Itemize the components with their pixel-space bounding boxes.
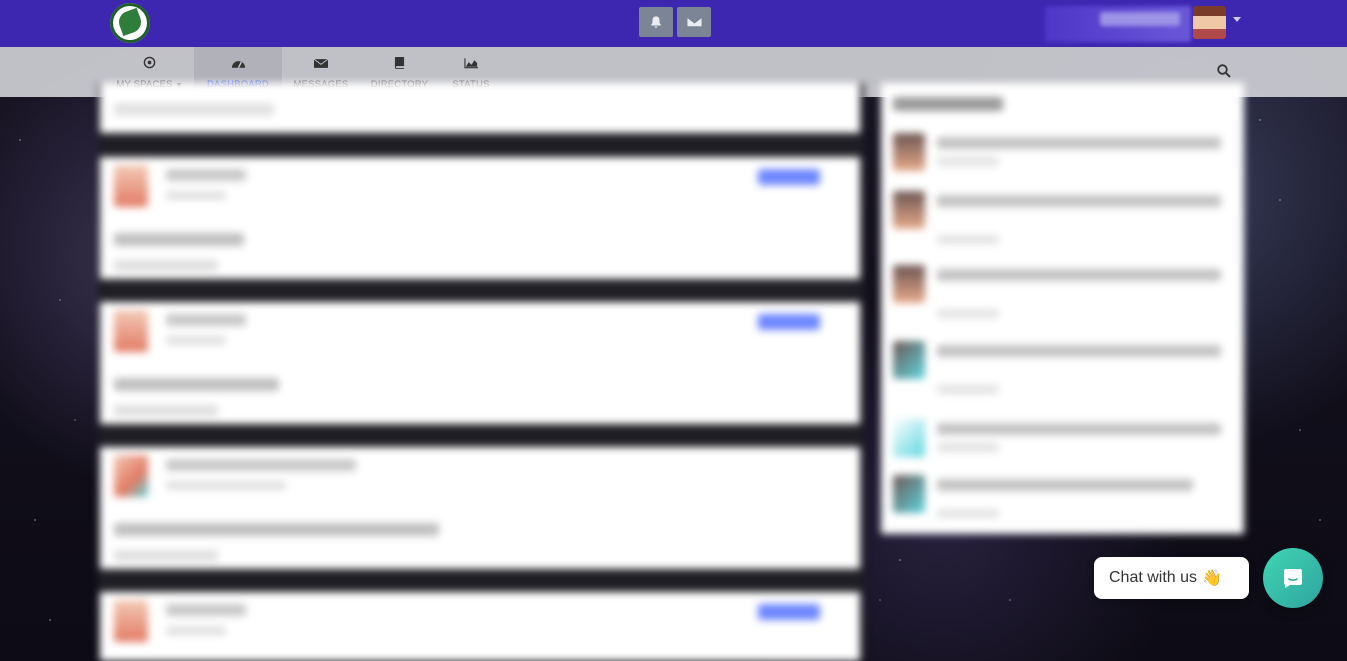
chat-launcher-button[interactable]	[1263, 548, 1323, 608]
dashboard-gauge-icon	[231, 57, 246, 72]
leaf-logo-icon	[115, 7, 145, 37]
top-bar	[0, 0, 1347, 47]
activity-feed	[98, 83, 864, 661]
search-icon[interactable]	[1217, 64, 1231, 78]
user-name[interactable]	[1045, 6, 1191, 42]
envelope-icon	[313, 58, 329, 72]
chat-with-us-pill[interactable]: Chat with us 👋	[1094, 557, 1249, 599]
status-badge	[758, 314, 820, 330]
notifications-button[interactable]	[639, 7, 673, 37]
bell-icon	[651, 16, 661, 28]
avatar	[114, 600, 148, 642]
feed-post[interactable]	[100, 302, 860, 424]
feed-post[interactable]	[100, 157, 860, 279]
feed-post-input[interactable]	[100, 83, 860, 133]
status-badge	[758, 169, 820, 185]
target-icon	[143, 56, 156, 72]
status-badge	[758, 604, 820, 620]
messages-button[interactable]	[677, 7, 711, 37]
area-chart-icon	[463, 57, 479, 72]
avatar	[114, 165, 148, 207]
waving-hand-icon: 👋	[1202, 570, 1222, 587]
feed-post[interactable]	[100, 447, 860, 569]
notifications-panel	[881, 83, 1244, 534]
book-icon	[394, 56, 405, 72]
chat-bubble-icon	[1283, 569, 1302, 588]
chat-label: Chat with us	[1109, 569, 1198, 586]
caret-down-icon[interactable]	[1233, 17, 1241, 22]
logo[interactable]	[110, 3, 150, 43]
envelope-icon	[686, 16, 702, 28]
avatar	[114, 455, 148, 497]
feed-post[interactable]	[100, 592, 860, 661]
user-avatar[interactable]	[1193, 6, 1226, 39]
avatar	[114, 310, 148, 352]
